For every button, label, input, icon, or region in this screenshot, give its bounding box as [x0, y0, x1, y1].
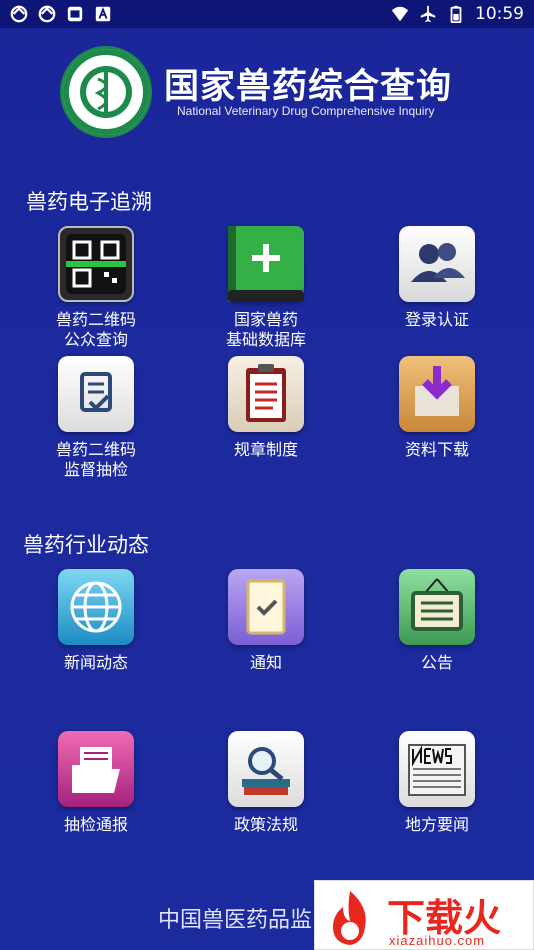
notice-check-icon — [228, 569, 304, 645]
grid-item-news[interactable]: 新闻动态 — [21, 569, 171, 673]
database-book-icon — [228, 226, 304, 302]
grid-item-regulations[interactable]: 规章制度 — [191, 356, 341, 460]
flame-logo-icon — [333, 891, 366, 945]
grid-item-label: 地方要闻 — [404, 815, 469, 834]
grid-item-qr-public-query[interactable]: 兽药二维码 公众查询 — [21, 226, 171, 350]
grid-item-label: 资料下载 — [404, 440, 469, 459]
watermark-badge: 下载火 xiazaihuo.com — [314, 880, 534, 950]
airplane-icon — [420, 5, 436, 23]
sync-icon — [38, 5, 56, 23]
grid-item-label: 新闻动态 — [63, 653, 128, 672]
qr-scan-icon — [58, 226, 134, 302]
grid-item-label: 抽检通报 — [63, 815, 128, 834]
grid-item-policies[interactable]: 政策法规 — [191, 731, 341, 835]
app-subtitle: National Veterinary Drug Comprehensive I… — [177, 104, 435, 118]
users-icon — [399, 226, 475, 302]
globe-icon — [58, 569, 134, 645]
caduceus-emblem-icon — [63, 49, 149, 135]
grid-item-notices[interactable]: 通知 — [191, 569, 341, 673]
grid-item-qr-supervision-inspection[interactable]: 兽药二维码 监督抽检 — [21, 356, 171, 480]
inspection-doc-icon — [58, 356, 134, 432]
grid-item-login-auth[interactable]: 登录认证 — [362, 226, 512, 330]
grid-item-vet-drug-database[interactable]: 国家兽药 基础数据库 — [191, 226, 341, 350]
grid-item-announcements[interactable]: 公告 — [362, 569, 512, 673]
sync-icon — [10, 5, 28, 23]
grid-item-label: 通知 — [249, 653, 282, 672]
font-a-icon — [95, 6, 111, 22]
wifi-icon — [391, 6, 409, 22]
newspaper-icon — [399, 731, 475, 807]
footer-org-name: 中国兽医药品监 — [158, 908, 313, 933]
bulletin-board-icon — [399, 569, 475, 645]
grid-item-label: 规章制度 — [233, 440, 298, 459]
search-books-icon — [228, 731, 304, 807]
battery-icon — [450, 5, 462, 23]
grid-item-local-news[interactable]: 地方要闻 — [362, 731, 512, 835]
grid-item-label: 兽药二维码 公众查询 — [55, 310, 136, 349]
section-title-industry-news: 兽药行业动态 — [23, 533, 149, 557]
watermark-url: xiazaihuo.com — [389, 933, 486, 948]
app-notification-icon — [67, 6, 83, 22]
download-tray-icon — [399, 356, 475, 432]
clock-time: 10:59 — [475, 4, 524, 24]
app-title: 国家兽药综合查询 — [164, 67, 453, 107]
status-bar: 10:59 — [0, 0, 534, 28]
grid-item-label: 政策法规 — [233, 815, 298, 834]
grid-item-downloads[interactable]: 资料下载 — [362, 356, 512, 460]
app-header: 国家兽药综合查询 National Veterinary Drug Compre… — [0, 40, 534, 150]
grid-item-label: 国家兽药 基础数据库 — [225, 310, 306, 349]
grid-item-inspection-reports[interactable]: 抽检通报 — [21, 731, 171, 835]
folder-icon — [58, 731, 134, 807]
grid-item-label: 公告 — [420, 653, 453, 672]
clipboard-list-icon — [228, 356, 304, 432]
institute-logo — [60, 46, 152, 138]
grid-item-label: 登录认证 — [404, 310, 469, 329]
grid-item-label: 兽药二维码 监督抽检 — [55, 440, 136, 479]
section-title-traceability: 兽药电子追溯 — [26, 190, 152, 214]
